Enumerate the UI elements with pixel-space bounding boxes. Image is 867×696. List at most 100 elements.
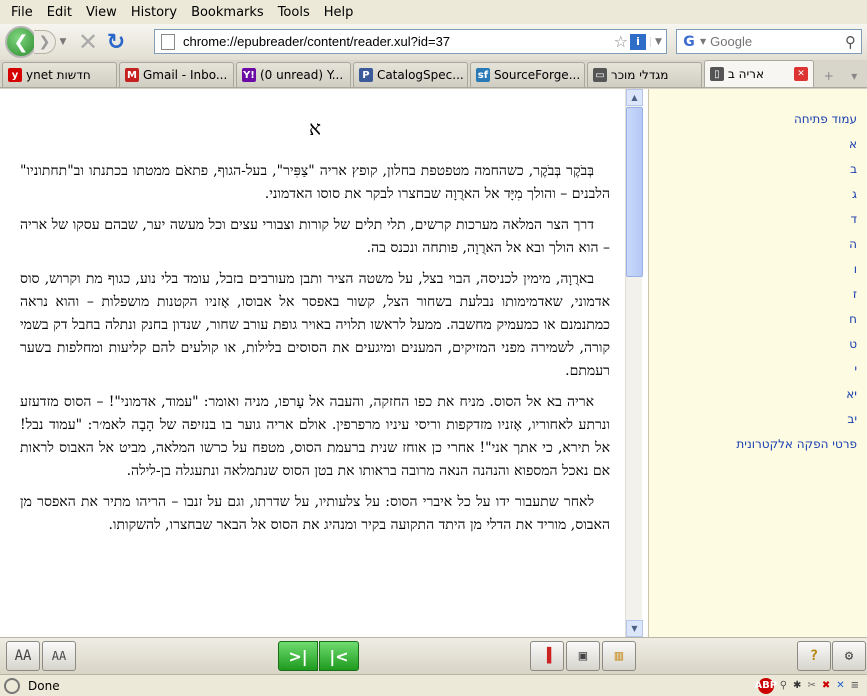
back-button[interactable]: ❮ bbox=[5, 26, 37, 58]
scroll-thumb[interactable] bbox=[626, 107, 643, 277]
toc-item[interactable]: ב bbox=[649, 161, 857, 186]
gear-icon: ⚙ bbox=[844, 648, 854, 664]
forward-button[interactable]: ❯ bbox=[34, 30, 56, 54]
scroll-down-icon[interactable]: ▼ bbox=[626, 620, 643, 637]
toc-item[interactable]: ה bbox=[649, 236, 857, 261]
tab[interactable]: sf SourceForge... bbox=[469, 62, 585, 87]
yahoo-icon: Y! bbox=[241, 68, 256, 82]
paragraph: דרך הצר המלאה מערכות קרשים, תלי תלים של … bbox=[20, 217, 610, 256]
previous-page-button[interactable]: |< bbox=[319, 641, 359, 671]
toc-item[interactable]: א bbox=[649, 136, 857, 161]
paragraph: בארֻוָה, מימין לכניסה, הבוי בצל, על משטה… bbox=[20, 271, 610, 379]
menu-help[interactable]: Help bbox=[317, 3, 361, 22]
search-input[interactable] bbox=[710, 34, 845, 49]
google-engine-icon[interactable]: G bbox=[680, 33, 698, 51]
settings-button[interactable]: ⚙ bbox=[832, 641, 866, 671]
sync-icon[interactable]: ✕ bbox=[836, 678, 844, 694]
reload-icon: ↻ bbox=[106, 29, 126, 55]
toc-item[interactable]: ז bbox=[649, 286, 857, 311]
status-bar: Done ABP ⚲ ✱ ✂ ✖ ✕ ≡ bbox=[0, 674, 867, 696]
previous-page-icon: |< bbox=[329, 646, 349, 666]
toc-item[interactable]: יא bbox=[649, 386, 857, 411]
url-dropdown-icon[interactable]: ▼ bbox=[650, 36, 666, 47]
url-bar: ☆ i ▼ bbox=[154, 29, 667, 54]
forward-arrow-icon: ❯ bbox=[38, 34, 51, 50]
tab[interactable]: Y! (0 unread) Y... bbox=[235, 62, 351, 87]
toc-item[interactable]: עמוד פתיחה bbox=[649, 111, 857, 136]
tab[interactable]: ▭ מגדלי מוכר bbox=[586, 62, 702, 87]
tab-label: SourceForge... bbox=[493, 68, 581, 82]
books-icon: ▥ bbox=[614, 648, 624, 664]
toc-item[interactable]: ח bbox=[649, 311, 857, 336]
gmail-icon: M bbox=[124, 68, 139, 82]
menu-history[interactable]: History bbox=[124, 3, 184, 22]
help-button[interactable]: ? bbox=[797, 641, 831, 671]
book-icon: ▭ bbox=[592, 68, 607, 82]
engine-dropdown-icon[interactable]: ▼ bbox=[700, 37, 706, 46]
tab-list-icon[interactable]: ▾ bbox=[841, 65, 867, 87]
bookmark-page-button[interactable]: ▐ bbox=[530, 641, 564, 671]
close-sidebar-icon[interactable]: ✖ bbox=[822, 678, 830, 694]
ynet-icon: y bbox=[8, 68, 22, 82]
paragraph: בְּבֹקֶר בְּבֹקֶר, כשהחמה מטפטפת בחלון, … bbox=[20, 163, 610, 202]
toc-item[interactable]: ו bbox=[649, 261, 857, 286]
page-info-icon[interactable]: i bbox=[630, 33, 646, 50]
next-page-button[interactable]: >| bbox=[278, 641, 318, 671]
font-increase-button[interactable]: AA bbox=[6, 641, 40, 671]
sourceforge-icon: sf bbox=[475, 68, 490, 82]
history-dropdown-icon[interactable]: ▼ bbox=[56, 37, 70, 47]
tab-label: ynet חדשות bbox=[26, 68, 91, 82]
tab[interactable]: ▯ אריה ב ✕ bbox=[703, 60, 814, 87]
close-tab-icon[interactable]: ✕ bbox=[793, 67, 808, 81]
reload-button[interactable]: ↻ bbox=[102, 28, 130, 56]
loading-icon bbox=[4, 677, 20, 694]
menu-icon[interactable]: ≡ bbox=[851, 678, 859, 694]
menu-bookmarks[interactable]: Bookmarks bbox=[184, 3, 271, 22]
url-input[interactable] bbox=[183, 34, 614, 49]
menu-file[interactable]: File bbox=[4, 3, 40, 22]
library-button[interactable]: ▥ bbox=[602, 641, 636, 671]
stop-button[interactable]: ✕ bbox=[74, 28, 102, 56]
tab[interactable]: P CatalogSpec... bbox=[352, 62, 468, 87]
tab-label: אריה ב bbox=[727, 67, 764, 81]
back-arrow-icon: ❮ bbox=[13, 31, 29, 53]
catalog-icon: P bbox=[358, 68, 373, 82]
search-icon[interactable]: ⚲ bbox=[845, 33, 856, 51]
save-button[interactable]: ▣ bbox=[566, 641, 600, 671]
pin-icon[interactable]: ⚲ bbox=[780, 678, 787, 694]
toc-item[interactable]: יב bbox=[649, 411, 857, 436]
font-decrease-button[interactable]: AA bbox=[42, 641, 76, 671]
toc-item[interactable]: י bbox=[649, 361, 857, 386]
tools-icon[interactable]: ✂ bbox=[807, 678, 815, 694]
tab-label: Gmail - Inbo... bbox=[142, 68, 228, 82]
search-bar: G ▼ ⚲ bbox=[676, 29, 862, 54]
menu-edit[interactable]: Edit bbox=[40, 3, 79, 22]
adblock-icon[interactable]: ABP bbox=[754, 677, 777, 694]
tab[interactable]: y ynet חדשות bbox=[2, 62, 117, 87]
tab[interactable]: M Gmail - Inbo... bbox=[118, 62, 234, 87]
toc-item[interactable]: ג bbox=[649, 186, 857, 211]
tab-label: CatalogSpec... bbox=[376, 68, 464, 82]
menu-tools[interactable]: Tools bbox=[271, 3, 317, 22]
bug-icon[interactable]: ✱ bbox=[793, 678, 801, 694]
page-icon bbox=[161, 33, 175, 50]
addon-icons: ABP ⚲ ✱ ✂ ✖ ✕ ≡ bbox=[754, 677, 859, 694]
toc-item[interactable]: פרטי הפקה אלקטרונית bbox=[649, 436, 857, 461]
navigation-toolbar: ❮ ❯ ▼ ✕ ↻ ☆ i ▼ G ▼ ⚲ bbox=[0, 24, 867, 60]
new-tab-icon[interactable]: + bbox=[816, 65, 842, 87]
stop-icon: ✕ bbox=[77, 28, 99, 56]
status-text: Done bbox=[28, 678, 60, 693]
bookmark-star-icon[interactable]: ☆ bbox=[614, 32, 628, 51]
toc-item[interactable]: ד bbox=[649, 211, 857, 236]
reader-toolbar: AA AA >| |< ▐ ▣ ▥ ? ⚙ bbox=[0, 637, 867, 674]
reader-scrollbar[interactable]: ▲ ▼ bbox=[625, 89, 643, 637]
tab-bar: y ynet חדשות M Gmail - Inbo... Y! (0 unread) … bbox=[0, 60, 867, 88]
chapter-heading: א bbox=[308, 116, 321, 140]
scroll-up-icon[interactable]: ▲ bbox=[626, 89, 643, 106]
page-icon: ▯ bbox=[709, 67, 724, 81]
bookmark-page-icon: ▐ bbox=[542, 648, 552, 664]
paragraph: לאחר שתעבור ידו על כל איברי הסוס: על צלע… bbox=[20, 494, 610, 533]
menu-view[interactable]: View bbox=[79, 3, 124, 22]
tab-label: מגדלי מוכר bbox=[610, 68, 669, 82]
toc-item[interactable]: ט bbox=[649, 336, 857, 361]
